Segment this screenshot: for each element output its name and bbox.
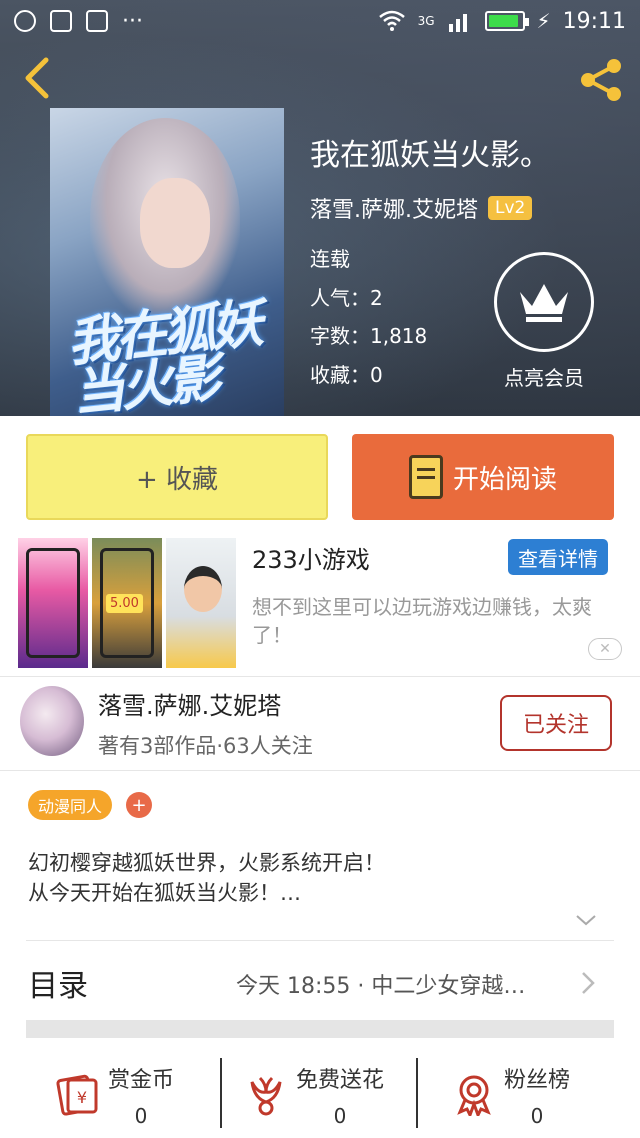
ad-image-3 [166, 538, 236, 668]
toc-label: 目录 [28, 969, 88, 1004]
ad-title[interactable]: 233小游戏 [252, 540, 370, 575]
ad-images[interactable]: 5.00 [18, 538, 236, 668]
fan-ranking-button[interactable]: 粉丝榜 0 [452, 1062, 570, 1132]
clock: 19:11 [562, 8, 626, 34]
divider [0, 676, 640, 677]
add-tag-button[interactable]: + [126, 792, 152, 818]
medal-icon [457, 1075, 491, 1116]
cover-title-art: 我在狐妖当火影 [64, 294, 263, 416]
bottom-label: 粉丝榜 [504, 1068, 571, 1093]
follow-button[interactable]: 已关注 [500, 695, 612, 751]
bottom-count: 0 [333, 1104, 347, 1128]
ad-image-1 [18, 538, 88, 668]
chevron-down-icon[interactable] [574, 908, 598, 932]
svg-text:¥: ¥ [77, 1088, 87, 1107]
bottom-action-bar: ¥ 赏金币 0 免费送花 0 粉丝榜 0 [0, 1050, 640, 1138]
bottom-count: 0 [134, 1104, 148, 1128]
ad-close-button[interactable]: ✕ [588, 638, 622, 660]
charging-icon: ⚡ [536, 9, 551, 33]
share-icon[interactable] [576, 56, 626, 104]
vip-button[interactable]: 点亮会员 [494, 252, 594, 391]
divider [0, 770, 640, 771]
divider [220, 1058, 222, 1128]
battery-icon [484, 11, 529, 31]
book-description[interactable]: 幻初樱穿越狐妖世界，火影系统开启！ 从今天开始在狐妖当火影！… [28, 848, 618, 908]
book-author[interactable]: 落雪.萨娜.艾妮塔 [310, 192, 478, 224]
red-envelope-icon: ¥ [56, 1074, 98, 1116]
author-stats: 著有3部作品·63人关注 [98, 734, 313, 758]
book-header: ··· 3G ⚡ 19:11 我在狐妖当火影 我在狐妖当火影。 落雪.萨娜.艾妮… [0, 0, 640, 416]
network-type: 3G [417, 14, 435, 28]
section-separator [26, 1020, 614, 1038]
send-flower-button[interactable]: 免费送花 0 [244, 1062, 384, 1132]
bottom-count: 0 [530, 1104, 544, 1128]
book-icon [408, 455, 443, 499]
wechat-icon [14, 10, 36, 32]
crown-icon [494, 252, 594, 352]
description-line: 幻初樱穿越狐妖世界，火影系统开启！ [28, 851, 385, 875]
author-name[interactable]: 落雪.萨娜.艾妮塔 [98, 686, 281, 721]
back-arrow-icon[interactable] [18, 56, 58, 100]
ad-detail-button[interactable]: 查看详情 [508, 539, 608, 575]
status-bar: ··· 3G ⚡ 19:11 [0, 0, 640, 42]
bottom-label: 免费送花 [296, 1068, 385, 1093]
book-author-row: 落雪.萨娜.艾妮塔 Lv2 [310, 192, 550, 224]
divider [416, 1058, 418, 1128]
flower-icon [250, 1076, 282, 1116]
ad-image-2: 5.00 [92, 538, 162, 668]
chevron-right-icon [582, 972, 595, 994]
apps-icon [86, 10, 108, 32]
author-avatar[interactable] [20, 686, 84, 756]
description-line: 从今天开始在狐妖当火影！… [28, 881, 301, 905]
screenshot-icon [50, 10, 72, 32]
add-favorite-button[interactable]: + 收藏 [26, 434, 328, 520]
vip-label: 点亮会员 [504, 366, 584, 390]
reward-coins-button[interactable]: ¥ 赏金币 0 [56, 1062, 174, 1132]
latest-chapter: 今天 18:55 · 中二少女穿越… [236, 974, 526, 999]
signal-icon [448, 14, 467, 32]
wifi-icon [378, 10, 405, 31]
more-notifications-icon: ··· [122, 8, 143, 34]
ad-description[interactable]: 想不到这里可以边玩游戏边赚钱，太爽了！ [252, 593, 624, 649]
book-cover[interactable]: 我在狐妖当火影 [50, 108, 284, 416]
start-reading-button[interactable]: 开始阅读 [352, 434, 614, 520]
book-title: 我在狐妖当火影。 [310, 138, 550, 173]
tag-chip[interactable]: 动漫同人 [28, 790, 113, 820]
bottom-label: 赏金币 [108, 1068, 175, 1093]
divider [26, 940, 614, 941]
level-badge: Lv2 [488, 196, 533, 220]
ad-thumb-price: 5.00 [106, 594, 143, 613]
start-reading-label: 开始阅读 [452, 464, 557, 495]
